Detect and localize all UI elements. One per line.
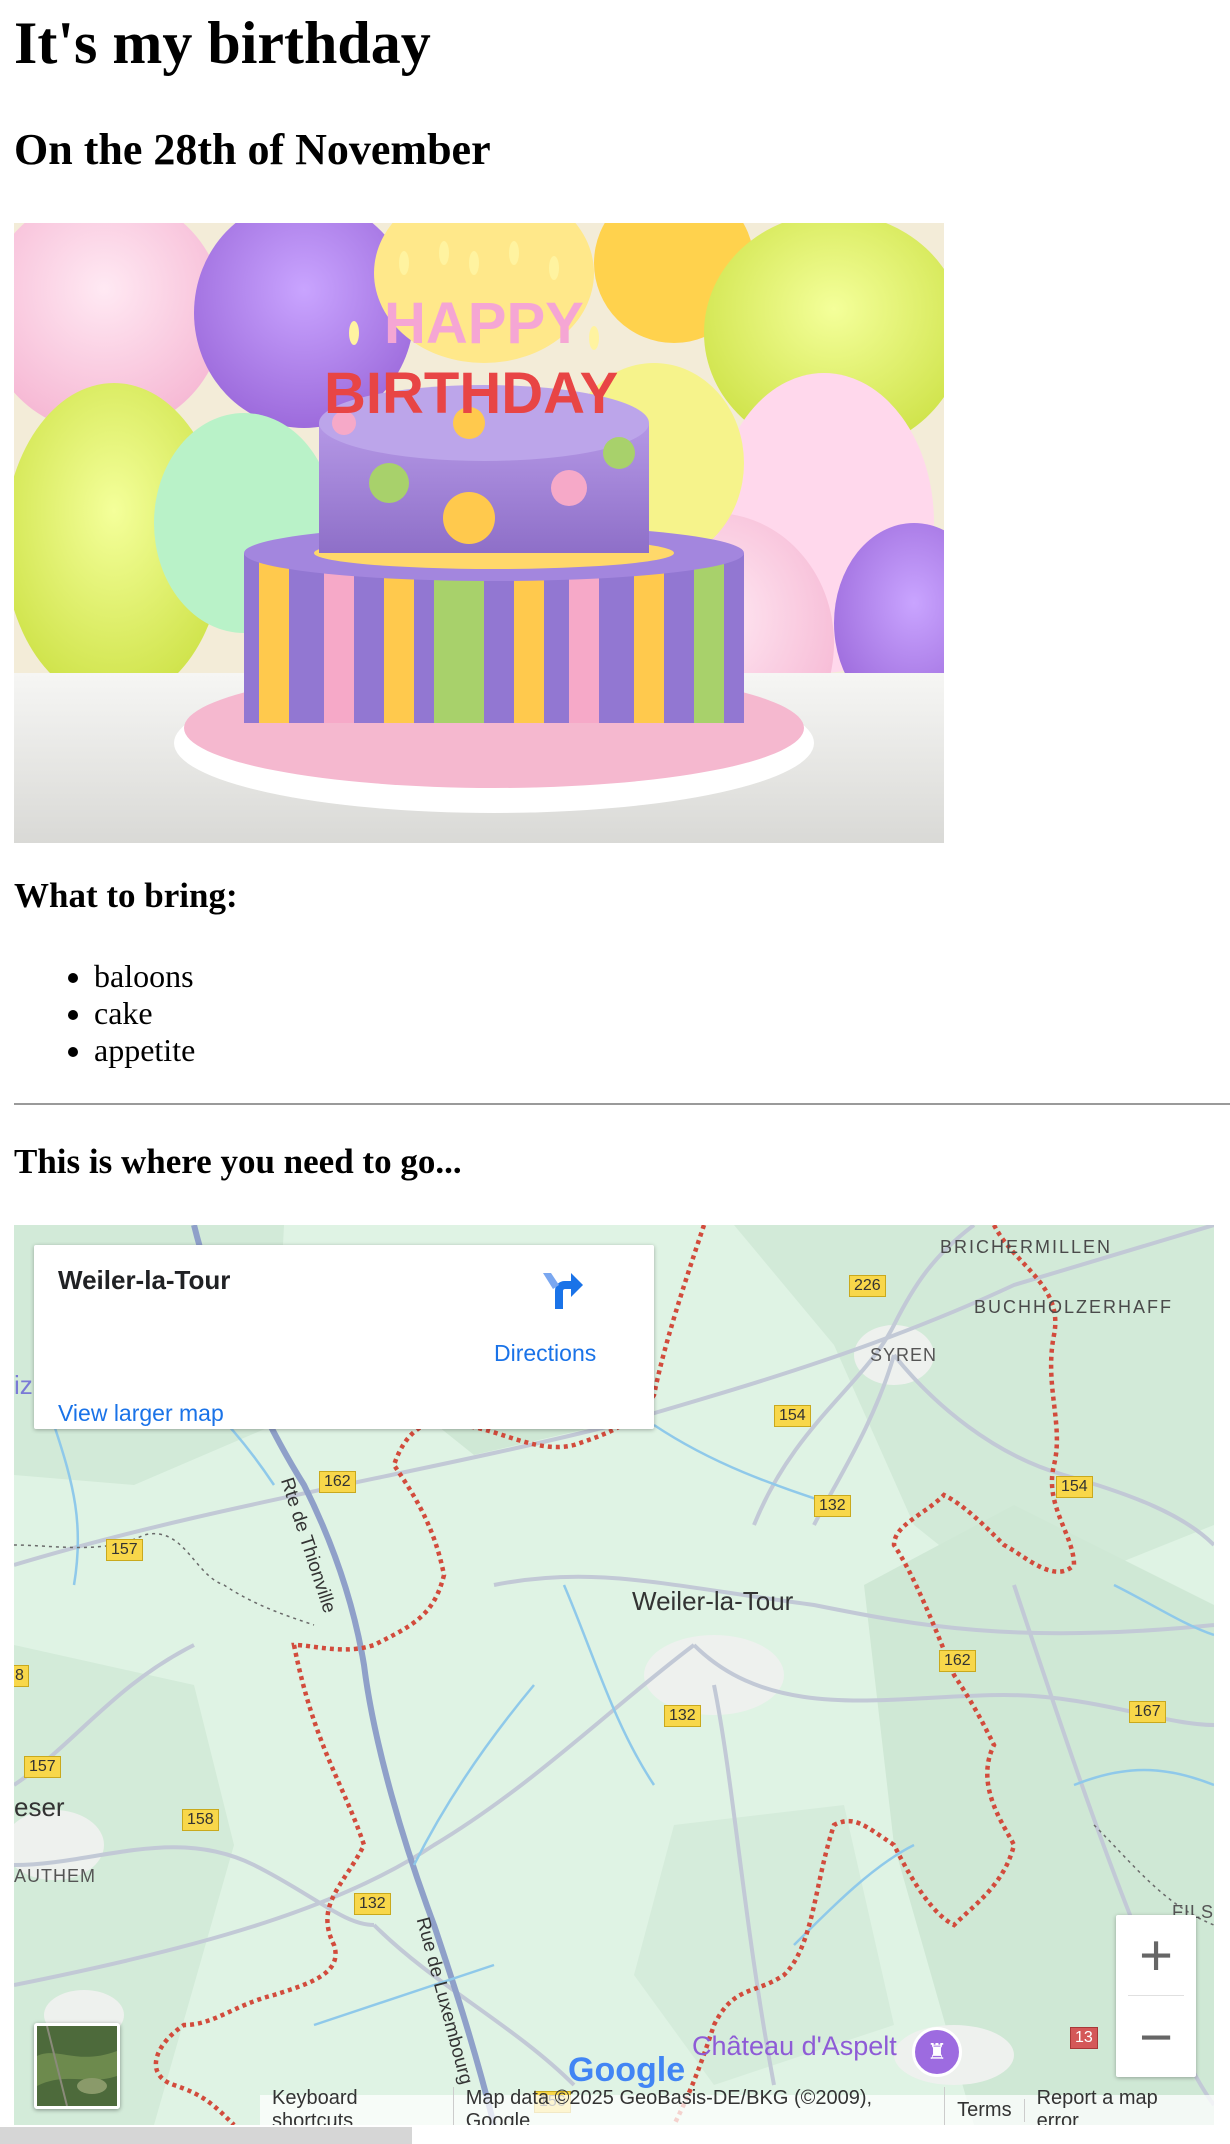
road-shield: 157 bbox=[106, 1539, 143, 1561]
directions-title: This is where you need to go... bbox=[14, 1142, 462, 1181]
map-info-card: Weiler-la-Tour Directions View larger ma… bbox=[34, 1245, 654, 1429]
road-shield: 132 bbox=[664, 1705, 701, 1727]
satellite-layer-button[interactable] bbox=[34, 2023, 120, 2109]
report-error-link[interactable]: Report a map error bbox=[1025, 2087, 1214, 2125]
satellite-thumbnail-icon bbox=[37, 2026, 117, 2106]
embedded-map[interactable]: Weiler-la-Tour BRICHERMILLEN BUCHHOLZERH… bbox=[14, 1225, 1214, 2125]
map-label-authem: AUTHEM bbox=[14, 1866, 96, 1886]
road-shield: 167 bbox=[1129, 1701, 1166, 1723]
keyboard-shortcuts-link[interactable]: Keyboard shortcuts bbox=[260, 2087, 454, 2125]
birthday-cake-image: HAPPY BIRTHDAY bbox=[14, 223, 944, 843]
bring-title: What to bring: bbox=[14, 876, 238, 915]
road-shield: 132 bbox=[354, 1893, 391, 1915]
zoom-control: + − bbox=[1116, 1915, 1196, 2077]
list-item: baloons bbox=[94, 958, 195, 995]
castle-icon[interactable]: ♜ bbox=[912, 2027, 962, 2077]
road-shield: 13 bbox=[1070, 2027, 1098, 2049]
road-shield: 158 bbox=[182, 1809, 219, 1831]
map-data-attribution: Map data ©2025 GeoBasis-DE/BKG (©2009), … bbox=[454, 2087, 946, 2125]
horizontal-scrollbar[interactable] bbox=[0, 2127, 412, 2144]
map-label-buchholzerhaff: BUCHHOLZERHAFF bbox=[974, 1297, 1174, 1317]
road-shield: 226 bbox=[849, 1275, 886, 1297]
zoom-in-button[interactable]: + bbox=[1116, 1915, 1196, 1995]
road-shield: 154 bbox=[774, 1405, 811, 1427]
cake-candles-bottom: BIRTHDAY bbox=[324, 361, 618, 426]
google-logo: Google bbox=[568, 2051, 685, 2090]
view-larger-map-link[interactable]: View larger map bbox=[58, 1400, 224, 1427]
map-label-eser: eser bbox=[14, 1792, 65, 1822]
info-card-title: Weiler-la-Tour bbox=[58, 1265, 231, 1295]
bring-list: baloons cake appetite bbox=[14, 958, 195, 1069]
map-footer: Keyboard shortcuts Map data ©2025 GeoBas… bbox=[260, 2087, 1214, 2125]
road-shield: 8 bbox=[14, 1665, 29, 1687]
terms-link[interactable]: Terms bbox=[945, 2098, 1025, 2122]
road-shield: 162 bbox=[319, 1471, 356, 1493]
divider bbox=[14, 1103, 1230, 1105]
road-shield: 132 bbox=[814, 1495, 851, 1517]
page-title: It's my birthday bbox=[14, 10, 431, 76]
map-label-iz: iz bbox=[14, 1370, 33, 1400]
google-logo-text: Google bbox=[568, 2051, 686, 2089]
list-item: cake bbox=[94, 995, 195, 1032]
zoom-out-button[interactable]: − bbox=[1116, 1997, 1196, 2077]
cake-candles-top: HAPPY bbox=[384, 291, 584, 356]
directions-icon[interactable] bbox=[539, 1265, 585, 1311]
map-label-weiler: Weiler-la-Tour bbox=[632, 1586, 794, 1616]
road-shield: 154 bbox=[1056, 1476, 1093, 1498]
list-item: appetite bbox=[94, 1032, 195, 1069]
map-label-syren: SYREN bbox=[870, 1345, 938, 1365]
zoom-separator bbox=[1128, 1995, 1184, 1996]
map-label-chateau: Château d'Aspelt bbox=[692, 2031, 897, 2061]
road-shield: 162 bbox=[939, 1650, 976, 1672]
map-label-brichermillen: BRICHERMILLEN bbox=[940, 1237, 1113, 1257]
page-subtitle: On the 28th of November bbox=[14, 125, 491, 174]
directions-link[interactable]: Directions bbox=[494, 1340, 596, 1367]
road-shield: 157 bbox=[24, 1756, 61, 1778]
